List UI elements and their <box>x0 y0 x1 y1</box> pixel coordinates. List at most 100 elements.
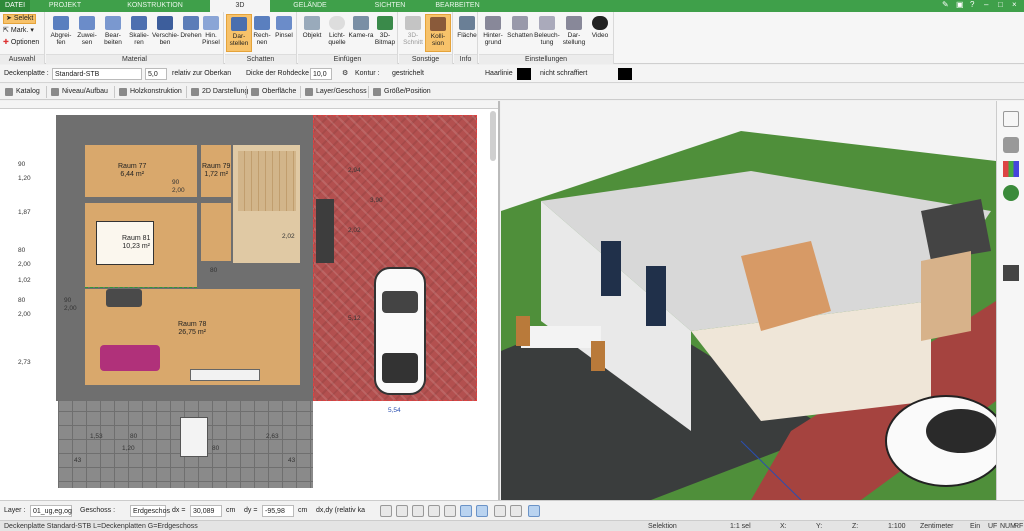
material-select[interactable]: Standard-STB <box>52 68 142 80</box>
3d-view[interactable] <box>501 101 996 500</box>
maximize-icon[interactable]: □ <box>998 1 1006 9</box>
calc-shadow-icon <box>254 16 270 30</box>
sofa[interactable] <box>100 345 160 371</box>
katalog-button[interactable]: Katalog <box>4 85 40 99</box>
car-topview[interactable] <box>374 267 426 395</box>
tab-datei[interactable]: DATEI <box>0 0 30 12</box>
dx-input[interactable]: 30,089 <box>190 505 222 517</box>
schatten-pinsel-button[interactable]: Pinsel <box>271 14 297 52</box>
schatten-settings-button[interactable]: Schatten <box>507 14 533 52</box>
optionen-button[interactable]: ✚ Optionen <box>3 38 39 48</box>
thickness-input[interactable]: 10,0 <box>310 68 332 80</box>
element-type-label: Deckenplatte : <box>4 70 49 77</box>
group-info: Fläche Info <box>454 12 478 64</box>
table-icon[interactable] <box>510 505 522 517</box>
plane-3d-icon[interactable] <box>460 505 472 517</box>
clock-icon[interactable] <box>380 505 392 517</box>
kamera-button[interactable]: Kame-ra <box>348 14 374 52</box>
verschieben-button[interactable]: Verschie-ben <box>152 14 179 52</box>
kollision-button[interactable]: Kolli-sion <box>425 14 451 52</box>
group-material: Abgrei-fen Zuwei-sen Bear-beiten Skalie-… <box>46 12 224 64</box>
separator <box>368 86 369 98</box>
tree-icon[interactable] <box>1003 185 1019 201</box>
darstellung-2d-button[interactable]: 2D Darstellung <box>190 85 248 99</box>
folder-icon[interactable]: ▣ <box>956 1 964 9</box>
kontur-select[interactable]: gestrichelt <box>392 68 472 80</box>
fill-select[interactable]: nicht schraffiert <box>540 68 610 80</box>
cube-icon <box>231 17 247 31</box>
grid-snap-icon[interactable] <box>428 505 440 517</box>
objekt-button[interactable]: Objekt <box>299 14 325 52</box>
help-icon[interactable]: ? <box>970 1 978 9</box>
dim-left-7: 80 <box>18 297 26 304</box>
plan-scrollbar[interactable] <box>490 111 496 161</box>
chevron-down-icon: ▾ <box>30 27 34 34</box>
offset-input[interactable]: 5,0 <box>145 68 167 80</box>
oberflaeche-button[interactable]: Oberfläche <box>250 85 296 99</box>
door-mark-6: 2,00 <box>64 305 77 312</box>
beleuchtung-button[interactable]: Beleuch-tung <box>534 14 560 52</box>
tab-konstruktion[interactable]: KONSTRUKTION <box>100 0 210 12</box>
niveau-aufbau-button[interactable]: Niveau/Aufbau <box>50 85 108 99</box>
reference-select[interactable]: relativ zur Oberkan <box>172 68 244 80</box>
monitor-icon[interactable] <box>396 505 408 517</box>
bottom-toolbar: Layer : 01_ug,eg,og Geschoss : Erdgescho… <box>0 500 1024 520</box>
armchair[interactable] <box>106 289 142 307</box>
schnitt-3d-button[interactable]: 3D-Schnitt <box>400 14 426 52</box>
tab-bearbeiten[interactable]: BEARBEITEN <box>430 0 485 12</box>
view-split-icon[interactable] <box>476 505 488 517</box>
mark-button[interactable]: ⇱ Mark. ▾ <box>3 26 34 36</box>
status-y: Y: <box>816 523 823 530</box>
dy-input[interactable]: -95,98 <box>262 505 294 517</box>
zuweisen-button[interactable]: Zuwei-sen <box>74 14 100 52</box>
dy-unit: cm <box>298 507 308 514</box>
line-select[interactable]: Haarlinie <box>485 68 513 80</box>
coordinate-mode-select[interactable]: dx,dy (relativ ka <box>316 505 372 517</box>
layer-visibility-icon[interactable] <box>444 505 456 517</box>
layers-icon[interactable] <box>1003 111 1019 127</box>
edit-icon <box>105 16 121 30</box>
chair-2 <box>591 341 605 371</box>
abgreifen-button[interactable]: Abgrei-fen <box>48 14 74 52</box>
dim-bottom-8: 5,54 <box>388 407 401 414</box>
selekt-button[interactable]: ➤ Selekt <box>3 14 37 24</box>
layer-select[interactable]: 01_ug,eg,og <box>30 505 72 517</box>
groesse-position-button[interactable]: Größe/Position <box>372 85 431 99</box>
bitmap-3d-button[interactable]: 3D-Bitmap <box>372 14 398 52</box>
status-info: Deckenplatte Standard-STB L=Deckenplatte… <box>4 523 198 530</box>
layer-geschoss-button[interactable]: Layer/Geschoss <box>304 85 367 99</box>
snap-icon[interactable] <box>528 505 540 517</box>
video-button[interactable]: Video <box>587 14 613 52</box>
tab-projekt[interactable]: PROJEKT <box>30 0 100 12</box>
tab-3d[interactable]: 3D <box>210 0 270 12</box>
bearbeiten-button[interactable]: Bear-beiten <box>100 14 126 52</box>
lichtquelle-button[interactable]: Licht-quelle <box>324 14 350 52</box>
geschoss-select[interactable]: Erdgeschos <box>130 505 170 517</box>
patio-table[interactable] <box>180 417 208 457</box>
holzkonstruktion-button[interactable]: Holzkonstruktion <box>118 85 182 99</box>
menu-icon[interactable] <box>1003 265 1019 281</box>
materials-icon[interactable] <box>1003 161 1019 177</box>
bulb-icon <box>329 16 345 30</box>
line-color-swatch[interactable] <box>517 68 531 80</box>
dx-label: dx = <box>172 507 186 514</box>
minimize-icon[interactable]: – <box>984 1 992 9</box>
chair-catalog-icon[interactable] <box>1003 137 1019 153</box>
camera-view-icon[interactable] <box>494 505 506 517</box>
darstellung-settings-button[interactable]: Dar-stellung <box>561 14 587 52</box>
group-label-einstellungen: Einstellungen <box>479 54 613 64</box>
print-icon[interactable] <box>412 505 424 517</box>
tab-sichten[interactable]: SICHTEN <box>350 0 430 12</box>
flaeche-button[interactable]: Fläche <box>454 14 480 52</box>
tab-gelaende[interactable]: GELÄNDE <box>270 0 350 12</box>
hin-pinsel-button[interactable]: Hin. Pinsel <box>198 14 224 52</box>
rotate-icon <box>183 16 199 30</box>
hintergrund-button[interactable]: Hinter-grund <box>480 14 506 52</box>
tv-sideboard[interactable] <box>190 369 260 381</box>
tools-icon[interactable]: ✎ <box>942 1 950 9</box>
fill-color-swatch[interactable] <box>618 68 632 80</box>
floor-plan-view[interactable]: Raum 77 6,44 m² Raum 79 1,72 m² Raum 81 10,… <box>0 101 500 500</box>
gear-icon[interactable]: ⚙ <box>342 68 348 80</box>
close-icon[interactable]: × <box>1012 1 1020 9</box>
skalieren-button[interactable]: Skalie-ren <box>126 14 152 52</box>
